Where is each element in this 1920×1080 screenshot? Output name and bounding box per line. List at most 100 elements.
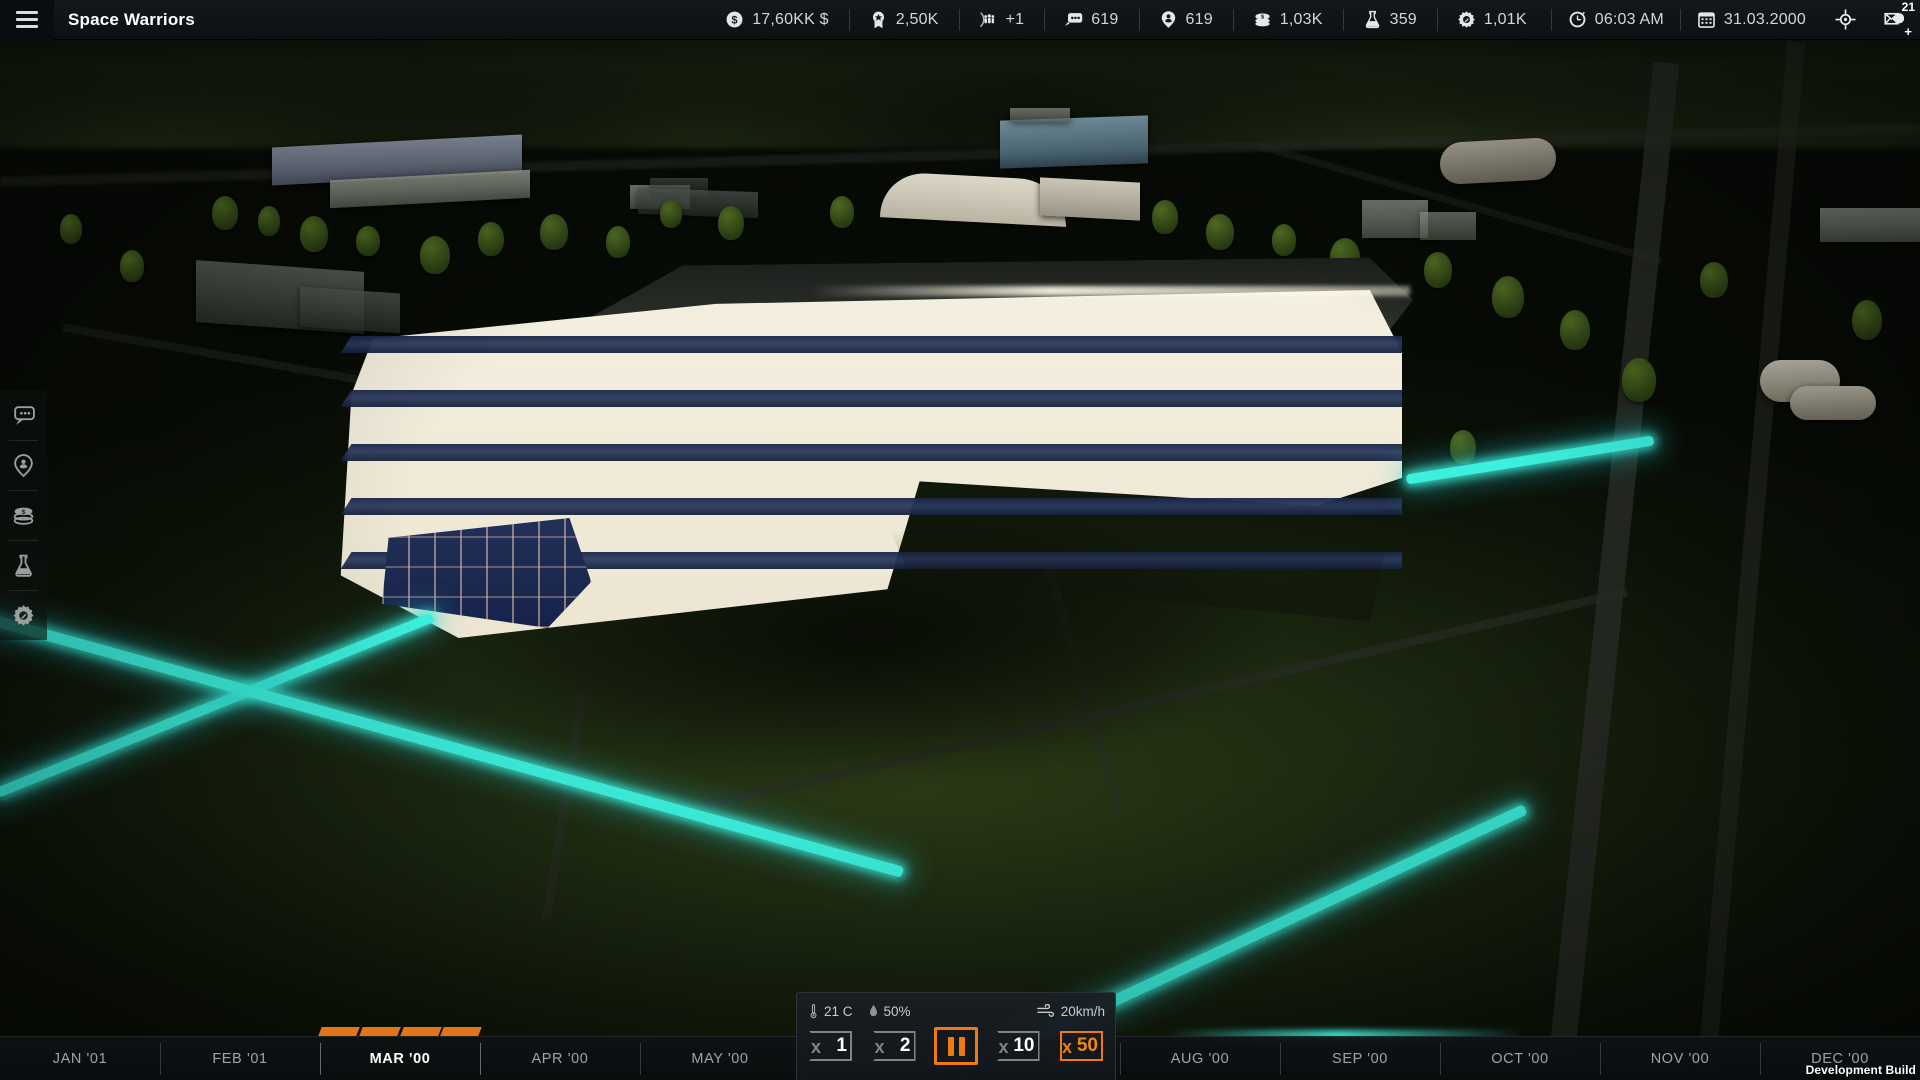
tree bbox=[1852, 300, 1882, 340]
tree bbox=[1492, 276, 1524, 318]
timeline-month[interactable]: MAY '00 bbox=[640, 1037, 800, 1080]
mail-envelope-icon[interactable]: 21 + bbox=[1868, 0, 1920, 40]
employee-pin-icon bbox=[1159, 10, 1178, 29]
research-flask-icon bbox=[1363, 10, 1382, 29]
game-clock[interactable]: 06:03 AM bbox=[1552, 0, 1680, 39]
chat-bubble-icon bbox=[14, 405, 35, 425]
resource-money-value: 17,60KK $ bbox=[752, 10, 829, 28]
crosshair-target-icon[interactable] bbox=[1822, 0, 1868, 40]
speed-button-label: 10 bbox=[1013, 1035, 1035, 1056]
resource-production[interactable]: 1,01K bbox=[1436, 0, 1547, 39]
speed-button-x2[interactable]: x 2 bbox=[871, 1029, 918, 1063]
tree bbox=[212, 196, 238, 230]
weather-temperature: 21 C bbox=[807, 1003, 853, 1019]
timeline-month-label: MAR '00 bbox=[369, 1050, 431, 1067]
progress-segment bbox=[318, 1027, 360, 1036]
timeline-month-label: JAN '01 bbox=[52, 1050, 108, 1067]
top-bar-right-group: 06:03 AM 31.03.2000 21 + bbox=[1550, 0, 1920, 40]
timeline-month[interactable]: JAN '01 bbox=[0, 1037, 160, 1080]
resource-population[interactable]: +1 bbox=[958, 0, 1045, 39]
window-band bbox=[340, 390, 1402, 407]
sidebar-item-messages[interactable] bbox=[0, 390, 47, 440]
background-building bbox=[1790, 386, 1876, 420]
game-date[interactable]: 31.03.2000 bbox=[1681, 0, 1822, 39]
background-building bbox=[1040, 177, 1140, 221]
award-medal-icon bbox=[869, 10, 888, 29]
background-building bbox=[1000, 115, 1148, 169]
speed-button-label: 50 bbox=[1076, 1035, 1098, 1056]
timeline-month[interactable]: OCT '00 bbox=[1440, 1037, 1600, 1080]
speed-button-x10[interactable]: x 10 bbox=[995, 1029, 1042, 1063]
resource-production-value: 1,01K bbox=[1483, 10, 1527, 28]
timeline-month-current[interactable]: MAR '00 bbox=[318, 1027, 482, 1080]
timeline-month[interactable]: FEB '01 bbox=[160, 1037, 320, 1080]
left-toolbar: $ bbox=[0, 390, 47, 640]
multiplier-x-icon: x bbox=[811, 1037, 822, 1057]
game-window: Space Warriors $ 17,60KK $ 2,50K +1 619 bbox=[0, 0, 1920, 1080]
background-building bbox=[1010, 108, 1070, 122]
timeline-month[interactable]: SEP '00 bbox=[1280, 1037, 1440, 1080]
resource-coins-value: 1,03K bbox=[1279, 10, 1323, 28]
gear-tool-icon bbox=[1457, 10, 1476, 29]
money-dollar-icon: $ bbox=[725, 10, 744, 29]
window-band bbox=[340, 444, 1402, 461]
tree bbox=[1560, 310, 1590, 350]
tree bbox=[258, 206, 280, 236]
progress-segment bbox=[440, 1027, 482, 1036]
clock-icon bbox=[1568, 10, 1587, 29]
mail-add-icon[interactable]: + bbox=[1904, 25, 1912, 38]
speed-button-label: 1 bbox=[836, 1035, 847, 1056]
background-building bbox=[1362, 200, 1428, 238]
resource-coins[interactable]: $ 1,03K bbox=[1232, 0, 1343, 39]
resource-money[interactable]: $ 17,60KK $ bbox=[705, 0, 849, 39]
mail-badge-count: 21 bbox=[1901, 0, 1915, 14]
coins-stack-icon: $ bbox=[13, 507, 34, 525]
timeline-month-label: FEB '01 bbox=[212, 1050, 268, 1067]
sidebar-item-finances[interactable]: $ bbox=[0, 490, 47, 540]
svg-text:$: $ bbox=[732, 14, 738, 26]
progress-segment bbox=[399, 1027, 442, 1036]
resource-research[interactable]: 359 bbox=[1342, 0, 1437, 39]
svg-text:$: $ bbox=[22, 509, 26, 516]
speed-button-x50[interactable]: x 50 bbox=[1058, 1029, 1105, 1063]
development-build-watermark: Development Build bbox=[1805, 1063, 1916, 1077]
svg-text:$: $ bbox=[1261, 15, 1264, 21]
weather-humidity-value: 50% bbox=[883, 1003, 911, 1019]
tree bbox=[1622, 358, 1656, 402]
timeline-month[interactable]: AUG '00 bbox=[1120, 1037, 1280, 1080]
building-highlight bbox=[810, 286, 1410, 296]
timeline-month[interactable]: NOV '00 bbox=[1600, 1037, 1760, 1080]
resource-employees[interactable]: 619 bbox=[1138, 0, 1233, 39]
hamburger-menu-icon[interactable] bbox=[0, 0, 54, 40]
thermometer-icon bbox=[810, 1004, 817, 1019]
game-viewport[interactable] bbox=[0, 0, 1920, 1080]
tree bbox=[120, 250, 144, 282]
pause-button[interactable] bbox=[934, 1027, 978, 1065]
resource-reputation[interactable]: 2,50K bbox=[848, 0, 959, 39]
timeline-month-label: APR '00 bbox=[531, 1050, 589, 1067]
background-building bbox=[1420, 212, 1476, 240]
tree bbox=[1206, 214, 1234, 250]
chat-bubble-icon bbox=[1064, 10, 1083, 29]
window-band bbox=[340, 498, 1402, 515]
timeline-month-label: SEP '00 bbox=[1332, 1050, 1388, 1067]
tree bbox=[300, 216, 328, 252]
speed-button-label: 2 bbox=[899, 1035, 911, 1056]
tree bbox=[1152, 200, 1178, 234]
background-building bbox=[1820, 208, 1920, 242]
timeline-month[interactable]: APR '00 bbox=[480, 1037, 640, 1080]
sidebar-item-research[interactable] bbox=[0, 540, 47, 590]
selected-building[interactable] bbox=[312, 250, 1460, 830]
tree bbox=[540, 214, 568, 250]
sidebar-item-employees[interactable] bbox=[0, 440, 47, 490]
wind-icon bbox=[1036, 1004, 1054, 1017]
game-clock-value: 06:03 AM bbox=[1594, 10, 1664, 28]
tree bbox=[718, 206, 744, 240]
multiplier-x-icon: x bbox=[874, 1037, 885, 1057]
sidebar-item-production[interactable] bbox=[0, 590, 47, 640]
resource-messages[interactable]: 619 bbox=[1044, 0, 1138, 39]
resource-messages-value: 619 bbox=[1091, 10, 1119, 28]
speed-button-x1[interactable]: x 1 bbox=[807, 1029, 854, 1063]
top-hud-bar: Space Warriors $ 17,60KK $ 2,50K +1 619 bbox=[0, 0, 1920, 40]
research-flask-icon bbox=[15, 554, 32, 577]
